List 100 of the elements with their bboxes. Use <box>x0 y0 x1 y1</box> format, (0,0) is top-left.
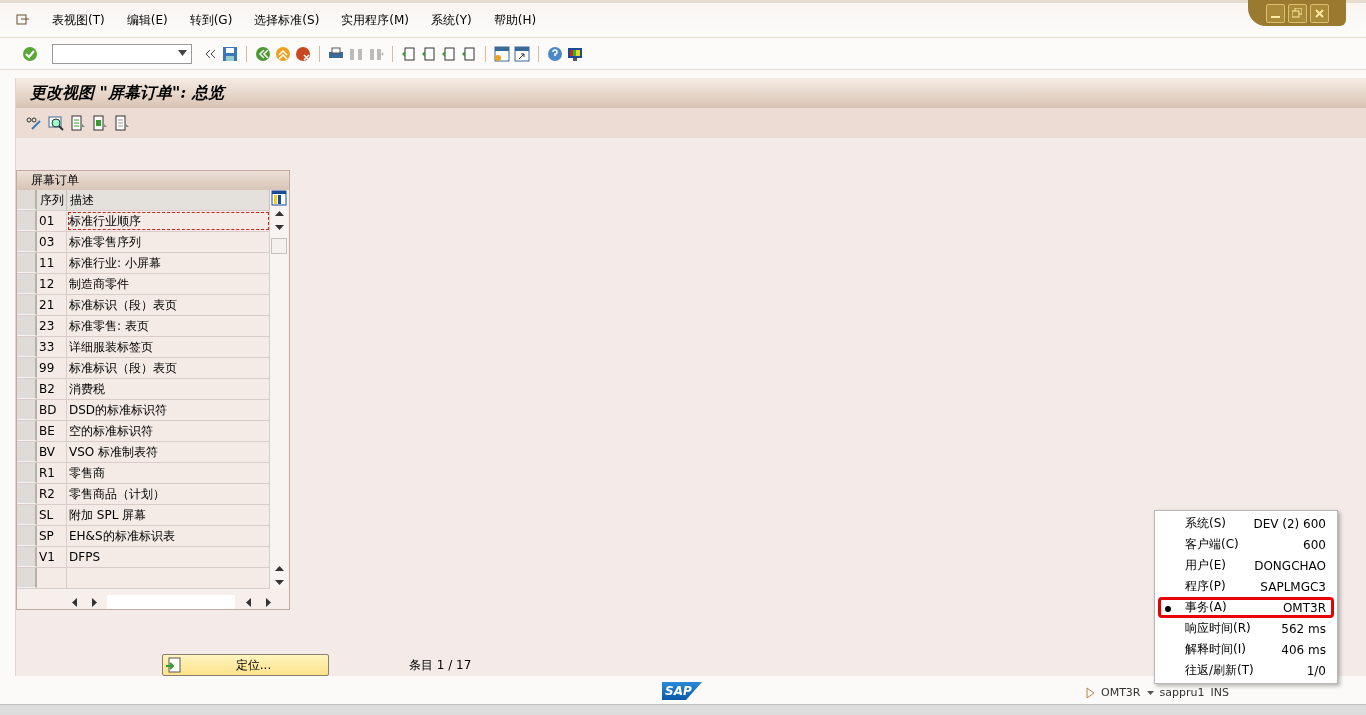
row-selector[interactable] <box>17 484 37 504</box>
row-selector[interactable] <box>17 274 37 294</box>
table-cell: R2 <box>37 484 67 504</box>
row-selector[interactable] <box>17 358 37 378</box>
row-selector[interactable] <box>17 295 37 315</box>
table-cell: 11 <box>37 253 67 273</box>
row-selector[interactable] <box>17 253 37 273</box>
table-cell: R1 <box>37 463 67 483</box>
column-header[interactable]: 描述 <box>67 190 270 210</box>
menu-item[interactable]: 实用程序(M) <box>341 11 410 29</box>
table-cell: 标准零售序列 <box>67 232 270 252</box>
menu-item[interactable]: 表视图(T) <box>52 11 105 29</box>
table-cell: V1 <box>37 547 67 567</box>
row-selector[interactable] <box>17 526 37 546</box>
table-cell: SL <box>37 505 67 525</box>
caret-icon <box>178 49 187 56</box>
table-cell: 详细服装标签页 <box>67 337 270 357</box>
input-mode: INS <box>1210 686 1229 699</box>
menu-item[interactable]: 解释时间(I) 406 ms <box>1158 639 1334 660</box>
up-icon[interactable] <box>275 45 291 62</box>
menu-item[interactable]: 事务(A) OMT3R <box>1158 597 1334 618</box>
menu-icon[interactable] <box>14 12 30 28</box>
position-button[interactable]: 定位... <box>162 654 329 676</box>
shortcut-icon[interactable] <box>514 45 530 62</box>
menu-item[interactable]: 响应时间(R) 562 ms <box>1158 618 1334 639</box>
menu-item[interactable]: 客户端(C) 600 <box>1158 534 1334 555</box>
select-all-button[interactable] <box>17 190 37 210</box>
table-cell: BE <box>37 421 67 441</box>
down-arrow-icon <box>274 579 284 585</box>
minimize-button[interactable] <box>1265 3 1285 23</box>
table-cell: 99 <box>37 358 67 378</box>
down-arrow-icon <box>274 224 284 230</box>
row-selector[interactable] <box>17 421 37 441</box>
table-cell: 12 <box>37 274 67 294</box>
monitor-icon[interactable] <box>567 45 583 62</box>
left-arrow-icon <box>245 597 251 607</box>
left-arrow-icon <box>71 597 77 607</box>
table-cell: 标准标识（段）表页 <box>67 358 270 378</box>
play-icon[interactable] <box>1086 686 1095 699</box>
glasses-pencil-icon[interactable] <box>26 115 42 131</box>
new-window-icon[interactable] <box>494 45 510 62</box>
menu-item[interactable]: 系统(S) DEV (2) 600 <box>1158 513 1334 534</box>
document-icon[interactable] <box>92 115 108 131</box>
menu-item[interactable]: 往返/刷新(T) 1/0 <box>1158 660 1334 681</box>
menu-item[interactable]: 帮助(H) <box>493 11 537 29</box>
row-selector[interactable] <box>17 211 37 231</box>
document-icon[interactable] <box>70 115 86 131</box>
row-selector[interactable] <box>17 337 37 357</box>
table-cell: 消费税 <box>67 379 270 399</box>
scrollbar-thumb[interactable] <box>271 238 287 254</box>
restore-button[interactable] <box>1287 3 1307 23</box>
row-selector[interactable] <box>17 463 37 483</box>
position-icon <box>165 657 181 673</box>
menu-item[interactable]: 编辑(E) <box>126 11 168 29</box>
table-cell: SP <box>37 526 67 546</box>
table-cell: 03 <box>37 232 67 252</box>
check-icon[interactable] <box>22 45 38 62</box>
table-cell: 23 <box>37 316 67 336</box>
menu-item[interactable]: 选择标准(S) <box>254 11 320 29</box>
table-cell: 附加 SPL 屏幕 <box>67 505 270 525</box>
table-settings-icon[interactable] <box>271 190 287 206</box>
table-cell: 01 <box>37 211 67 231</box>
table-cell: 21 <box>37 295 67 315</box>
close-icon <box>1314 8 1324 18</box>
bullet-icon <box>1165 606 1171 612</box>
menu-item[interactable]: 转到(G) <box>189 11 233 29</box>
table-cell: 标准行业顺序 <box>67 211 270 231</box>
menu-item[interactable]: 用户(E) DONGCHAO <box>1158 555 1334 576</box>
scrollbar-track[interactable] <box>107 595 235 609</box>
row-selector[interactable] <box>17 379 37 399</box>
table-cell: DSD的标准标识符 <box>67 400 270 420</box>
magnifier-icon[interactable] <box>48 115 64 131</box>
table-cell: DFPS <box>67 547 270 567</box>
transaction-code: OMT3R <box>1101 686 1141 699</box>
command-field[interactable] <box>52 43 192 64</box>
table-cell: 标准标识（段）表页 <box>67 295 270 315</box>
table-cell: 空的标准标识符 <box>67 421 270 441</box>
back-icon[interactable] <box>255 45 271 62</box>
cancel-icon[interactable] <box>295 45 311 62</box>
table-cell: 零售商品（计划） <box>67 484 270 504</box>
row-selector[interactable] <box>17 400 37 420</box>
table-cell: 33 <box>37 337 67 357</box>
menu-item[interactable]: 系统(Y) <box>431 11 472 29</box>
row-selector[interactable] <box>17 505 37 525</box>
row-selector[interactable] <box>17 547 37 567</box>
up-arrow-icon <box>274 565 284 571</box>
caret-icon[interactable] <box>1146 690 1154 695</box>
restore-icon <box>1292 8 1302 18</box>
menu-item[interactable]: 程序(P) SAPLMGC3 <box>1158 576 1334 597</box>
help-icon[interactable] <box>547 45 563 62</box>
row-selector[interactable] <box>17 442 37 462</box>
document-icon[interactable] <box>114 115 130 131</box>
table-cell: 零售商 <box>67 463 270 483</box>
column-header[interactable]: 序列 <box>37 190 67 210</box>
row-selector[interactable] <box>17 316 37 336</box>
save-icon[interactable] <box>222 45 238 62</box>
close-button[interactable] <box>1309 3 1329 23</box>
row-selector[interactable] <box>17 232 37 252</box>
up-arrow-icon <box>274 210 284 216</box>
table-cell: BV <box>37 442 67 462</box>
